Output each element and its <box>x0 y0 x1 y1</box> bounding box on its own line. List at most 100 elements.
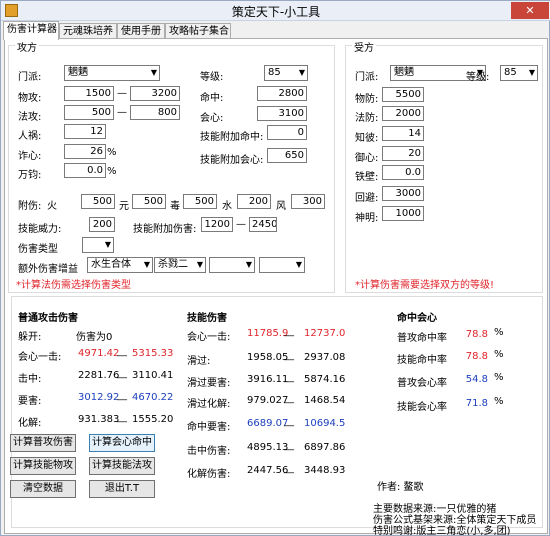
mag-atk-max-input[interactable]: 800 <box>130 105 180 120</box>
skill-graze-min: 1958.05 <box>247 352 289 363</box>
skill-hit-damage-max: 6897.86 <box>304 442 346 453</box>
percent-sign: % <box>494 372 504 383</box>
attacker-level-select[interactable]: 85 ▼ <box>264 65 308 81</box>
phys-atk-max-input[interactable]: 3200 <box>130 86 180 101</box>
tab-guides[interactable]: 攻略帖子集合 <box>165 23 231 39</box>
skill-vital-label: 命中要害: <box>187 422 231 433</box>
tab-manual[interactable]: 使用手册 <box>117 23 165 39</box>
attacker-title: 攻方 <box>15 39 39 54</box>
fire-label: 火 <box>47 201 57 212</box>
thanks-text: 特别鸣谢:版主三角恋(小,多,团) <box>373 526 511 536</box>
skill-hit-input[interactable]: 0 <box>267 125 307 140</box>
crit-input[interactable]: 26 <box>64 144 106 159</box>
percent-sign: % <box>107 166 117 177</box>
skill-crit-label: 技能附加会心: <box>200 155 264 166</box>
poison-input[interactable]: 500 <box>183 194 217 209</box>
normal-vital-max: 4670.22 <box>132 392 174 403</box>
normal-resolve-label: 化解: <box>18 418 42 429</box>
defender-level-select[interactable]: 85 ▼ <box>500 65 538 81</box>
normal-hit-rate-value: 78.8 <box>457 329 489 341</box>
level-label: 等级: <box>200 72 224 83</box>
water-input[interactable]: 200 <box>237 194 271 209</box>
luck-input[interactable]: 12 <box>64 124 106 139</box>
normal-hit-max: 3110.41 <box>132 370 174 381</box>
skill-power-input[interactable]: 200 <box>89 217 115 232</box>
sect-label: 门派: <box>18 72 42 83</box>
mag-atk-min-input[interactable]: 500 <box>64 105 114 120</box>
normal-resolve-max: 1555.20 <box>132 414 174 425</box>
parry-value: 伤害为0 <box>76 332 113 343</box>
mag-def-input[interactable]: 2000 <box>382 106 424 121</box>
calc-skill-mag-button[interactable]: 计算技能法攻 <box>89 457 155 475</box>
wind-label: 风 <box>276 201 286 212</box>
chevron-down-icon: ▼ <box>143 260 150 269</box>
skill-crit-label: 会心一击: <box>187 332 231 343</box>
parry-label: 躲开: <box>18 332 42 343</box>
skill-vital-max: 10694.5 <box>304 418 346 429</box>
calc-normal-button[interactable]: 计算普攻伤害 <box>10 434 76 452</box>
chevron-down-icon: ▼ <box>298 68 305 77</box>
phys-def-input[interactable]: 5500 <box>382 87 424 102</box>
dodge-input[interactable]: 3000 <box>382 186 424 201</box>
bonus-select-2[interactable]: 杀戮二 ▼ <box>154 257 206 273</box>
def-level-label: 等级: <box>466 72 490 83</box>
luck-label: 人祸: <box>18 131 42 142</box>
attacker-sect-select[interactable]: 魍魉 ▼ <box>64 65 160 81</box>
iron-input[interactable]: 0.0 <box>382 165 424 180</box>
normal-vital-label: 要害: <box>18 396 42 407</box>
calc-skill-phys-button[interactable]: 计算技能物攻 <box>10 457 76 475</box>
bonus-select-1[interactable]: 水生合体 ▼ <box>87 257 153 273</box>
close-button[interactable]: ✕ <box>511 2 549 19</box>
clear-button[interactable]: 清空数据 <box>10 480 76 498</box>
fire-input[interactable]: 500 <box>81 194 115 209</box>
percent-sign: % <box>494 349 504 360</box>
attacker-warning: *计算法伤需选择伤害类型 <box>16 280 131 291</box>
mag-atk-label: 法攻: <box>18 112 42 123</box>
clarity-input[interactable]: 1000 <box>382 206 424 221</box>
hit-input[interactable]: 2800 <box>257 86 307 101</box>
bonus-select-4[interactable]: ▼ <box>259 257 305 273</box>
skill-hit-damage-label: 击中伤害: <box>187 446 231 457</box>
skill-crit-max: 12737.0 <box>304 328 346 339</box>
skill-vital-min: 6689.07 <box>247 418 289 429</box>
skill-crit-input[interactable]: 650 <box>267 148 307 163</box>
tab-soul-bead[interactable]: 元魂珠培养 <box>59 23 117 39</box>
skill-extra-min-input[interactable]: 1200 <box>201 217 233 232</box>
attacker-level-value: 85 <box>268 67 281 78</box>
ignore-input[interactable]: 0.0 <box>64 163 106 178</box>
bonus-1-value: 水生合体 <box>91 259 131 270</box>
dodge-label: 回避: <box>355 193 379 204</box>
percent-sign: % <box>107 147 117 158</box>
crit-rate-input[interactable]: 3100 <box>257 106 307 121</box>
damage-type-select[interactable]: ▼ <box>82 237 114 253</box>
dash-separator: __ <box>284 326 294 337</box>
skill-graze-vital-label: 滑过要害: <box>187 378 231 389</box>
phys-atk-min-input[interactable]: 1500 <box>64 86 114 101</box>
normal-crit-max: 5315.33 <box>132 348 174 359</box>
tab-damage-calculator[interactable]: 伤害计算器 <box>3 21 59 40</box>
skill-extra-max-input[interactable]: 2450 <box>249 217 277 232</box>
app-window: 策定天下-小工具 ✕ 伤害计算器 元魂珠培养 使用手册 攻略帖子集合 攻方 受方… <box>0 0 550 536</box>
normal-crit-min: 4971.42 <box>78 348 120 359</box>
skill-graze-vital-min: 3916.11 <box>247 374 289 385</box>
attacker-group: 攻方 <box>8 39 335 293</box>
skill-graze-max: 2937.08 <box>304 352 346 363</box>
crit-label: 诈心: <box>18 151 42 162</box>
resist-input[interactable]: 20 <box>382 146 424 161</box>
bonus-label: 额外伤害增益 <box>18 264 78 275</box>
wisdom-input[interactable]: 14 <box>382 126 424 141</box>
defender-title: 受方 <box>352 39 376 54</box>
poison-label: 毒 <box>170 201 180 212</box>
skill-graze-resolve-max: 1468.54 <box>304 395 346 406</box>
skill-hit-rate-value: 78.8 <box>457 351 489 363</box>
skill-graze-vital-max: 5874.16 <box>304 374 346 385</box>
yuan-input[interactable]: 500 <box>132 194 166 209</box>
dash-separator: __ <box>117 346 127 357</box>
bonus-select-3[interactable]: ▼ <box>209 257 255 273</box>
phys-def-label: 物防: <box>355 94 379 105</box>
calc-crit-hit-button[interactable]: 计算会心命中 <box>89 434 155 452</box>
normal-crit-label: 会心一击: <box>18 352 62 363</box>
exit-button[interactable]: 退出T.T <box>89 480 155 498</box>
wind-input[interactable]: 300 <box>291 194 325 209</box>
bonus-2-value: 杀戮二 <box>158 259 188 270</box>
